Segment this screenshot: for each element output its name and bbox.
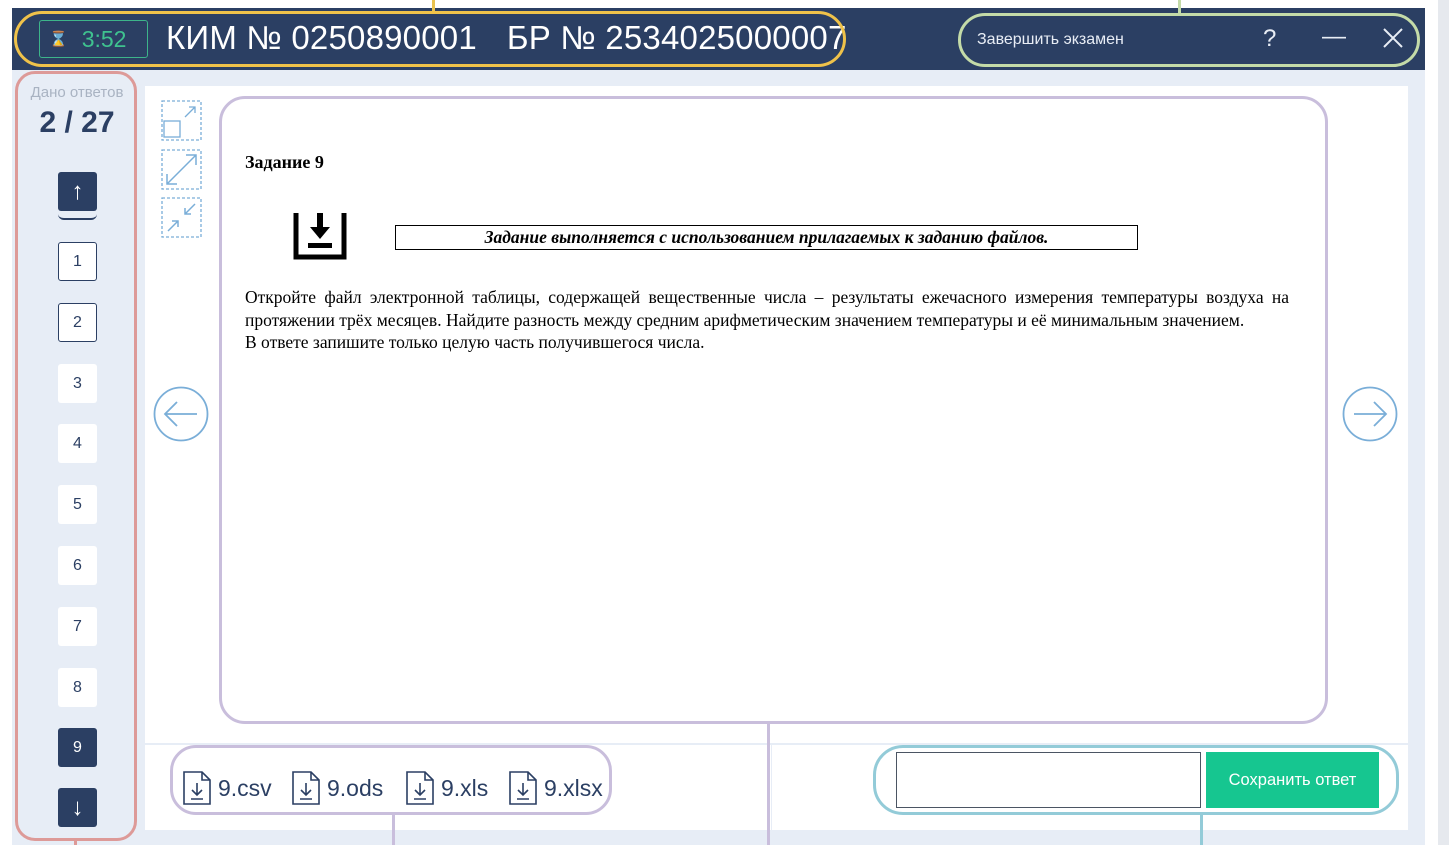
annotation-frame-answer	[873, 745, 1399, 815]
next-task-arrow-icon[interactable]	[1342, 386, 1398, 442]
annotation-pointer-top-right	[1178, 0, 1181, 14]
prev-task-arrow-icon[interactable]	[153, 386, 209, 442]
annotation-frame-header-info	[14, 11, 846, 67]
expand-icon[interactable]	[161, 149, 202, 190]
annotation-pointer-answer	[1200, 815, 1203, 845]
annotation-frame-sidebar	[15, 71, 137, 841]
annotation-frame-files	[170, 745, 612, 815]
window-edge-strip	[1438, 0, 1449, 845]
annotation-frame-header-controls	[958, 13, 1420, 67]
shrink-icon[interactable]	[161, 197, 202, 238]
fit-to-window-icon[interactable]	[161, 100, 202, 141]
annotation-pointer-task	[767, 724, 770, 845]
annotation-frame-task	[219, 96, 1328, 724]
annotation-pointer-sidebar	[74, 841, 77, 845]
annotation-pointer-files	[392, 815, 395, 845]
footer-divider	[771, 745, 772, 830]
